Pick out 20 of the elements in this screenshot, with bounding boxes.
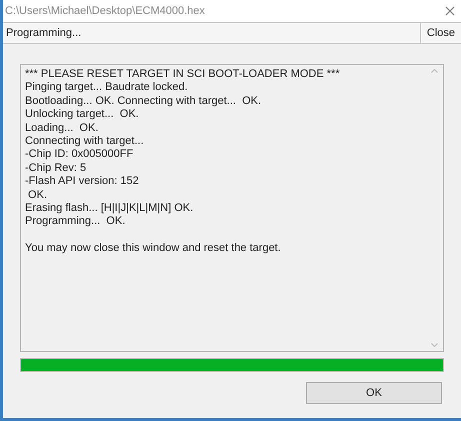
log-line: Programming... OK. xyxy=(25,215,126,229)
window-title: C:\Users\Michael\Desktop\ECM4000.hex xyxy=(5,4,205,19)
log-line: -Flash API version: 152 xyxy=(25,175,140,189)
log-line: Connecting with target... xyxy=(25,135,145,148)
log-line: Unlocking target... OK. xyxy=(25,108,140,122)
log-line: Pinging target... Baudrate locked. xyxy=(25,81,189,95)
close-icon[interactable] xyxy=(445,6,455,16)
scroll-down-icon[interactable] xyxy=(431,343,438,347)
close-button[interactable]: Close xyxy=(420,23,461,43)
scroll-up-icon[interactable] xyxy=(431,69,438,73)
log-line: Erasing flash... [H|I|J|K|L|M|N] OK. xyxy=(25,202,194,216)
status-text: Programming... xyxy=(5,26,82,41)
log-line: You may now close this window and reset the target. xyxy=(25,242,282,256)
log-line: -Chip Rev: 5 xyxy=(25,162,88,176)
log-line: Bootloading... OK. Connecting with target... OK. xyxy=(25,94,262,108)
log-line: OK. xyxy=(27,188,48,202)
log-line: Loading... OK. xyxy=(25,122,100,136)
log-line: -Chip ID: 0x005000FF xyxy=(25,148,134,162)
ok-button[interactable]: OK xyxy=(306,382,442,404)
log-line: *** PLEASE RESET TARGET IN SCI BOOT-LOADER MODE *** xyxy=(25,68,341,82)
